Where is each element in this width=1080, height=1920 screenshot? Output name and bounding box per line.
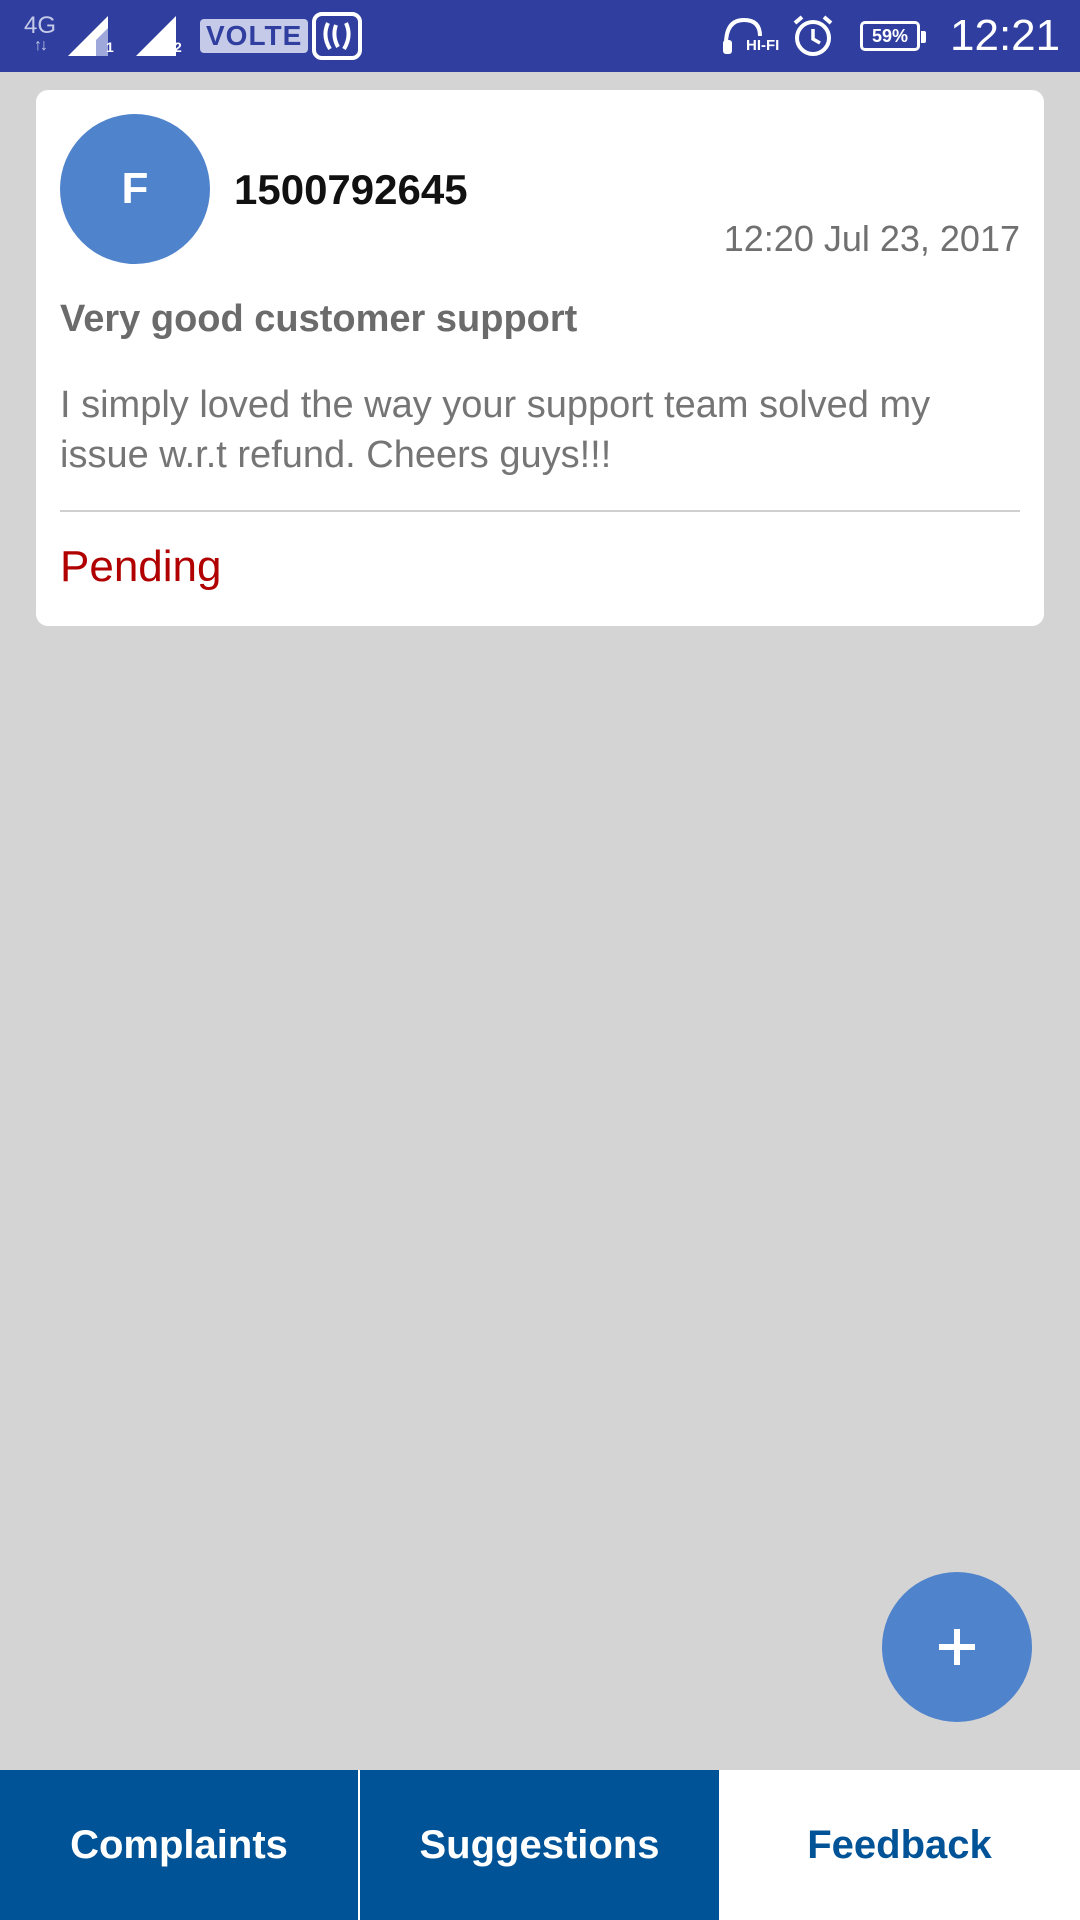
battery-level: 59% (871, 25, 909, 46)
clock: 12:21 (950, 11, 1061, 60)
sim2-label: 2 (174, 39, 182, 55)
divider (60, 510, 1020, 512)
volte-badge: VOLTE (200, 0, 309, 72)
sim1-label: 1 (106, 39, 114, 55)
alarm-icon (790, 0, 836, 72)
network-type: 4G (24, 12, 57, 39)
saavn-icon (312, 0, 362, 72)
feedback-subject: Very good customer support (60, 298, 578, 340)
avatar: F (60, 114, 210, 264)
network-indicator: 4G ↑↓ (24, 0, 56, 72)
headphones-icon: HI-FI (720, 0, 779, 72)
status-badge: Pending (60, 542, 222, 591)
data-arrows-icon: ↑↓ (34, 37, 48, 54)
feedback-message: I simply loved the way your support team… (60, 384, 931, 476)
status-bar: 4G ↑↓ 1 2 VOLTE HI-FI 59% 12:21 (0, 0, 1080, 72)
tab-suggestions[interactable]: Suggestions (360, 1770, 719, 1920)
volte-label: VOLTE (200, 19, 309, 53)
tab-complaints[interactable]: Complaints (0, 1770, 358, 1920)
ticket-id: 1500792645 (234, 166, 468, 213)
bottom-tab-bar: Complaints Suggestions Feedback (0, 1770, 1080, 1920)
feedback-card[interactable]: F 1500792645 12:20 Jul 23, 2017 Very goo… (36, 90, 1044, 626)
plus-icon (939, 1629, 975, 1665)
sim1-signal-icon: 1 (66, 0, 114, 72)
timestamp: 12:20 Jul 23, 2017 (723, 218, 1020, 259)
hifi-label: HI-FI (746, 36, 780, 54)
sim2-signal-icon: 2 (134, 0, 182, 72)
battery-icon: 59% (860, 0, 926, 72)
add-feedback-button[interactable] (882, 1572, 1032, 1722)
tab-feedback[interactable]: Feedback (719, 1770, 1080, 1920)
